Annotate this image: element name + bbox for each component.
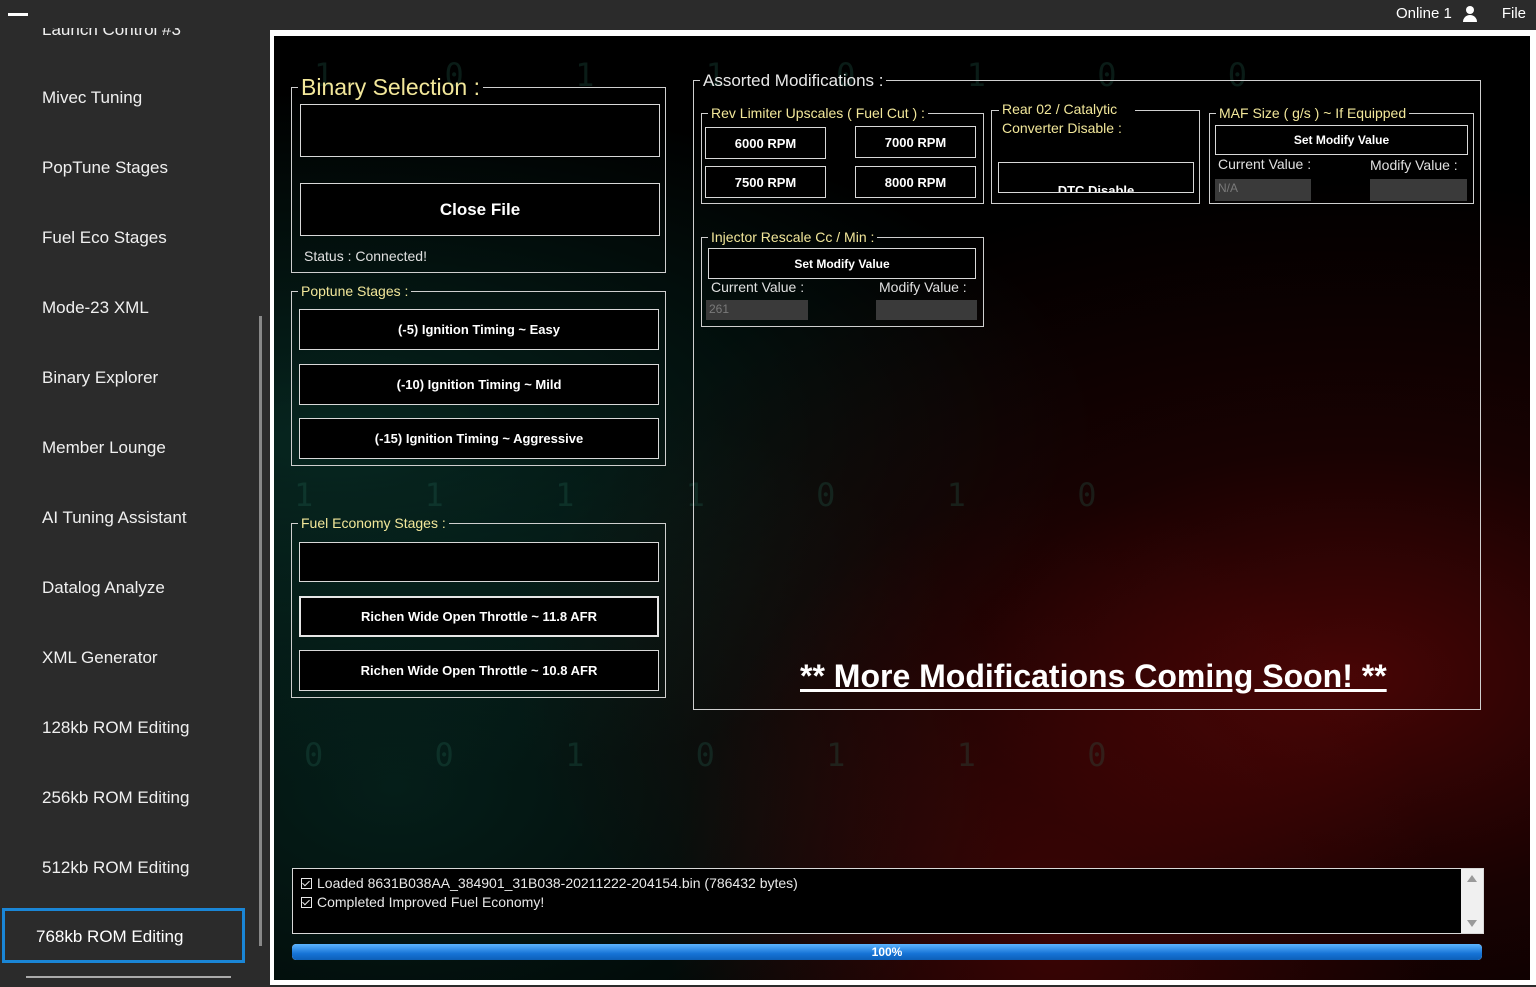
richen-11-8-button[interactable]: Richen Wide Open Throttle ~ 11.8 AFR <box>299 596 659 637</box>
maf-legend: MAF Size ( g/s ) ~ If Equipped <box>1219 105 1407 121</box>
rpm-8000-button[interactable]: 8000 RPM <box>855 166 976 198</box>
sidebar-item-768kb[interactable]: 768kb ROM Editing <box>2 908 245 963</box>
rear-o2-label: Rear 02 / Catalytic Converter Disable : <box>999 100 1135 138</box>
background-pattern: 0 0 1 0 1 1 0 <box>304 736 1153 774</box>
connection-status: Status : Connected! <box>304 248 427 264</box>
assorted-mods-legend: Assorted Modifications : <box>703 71 884 90</box>
sidebar-item-binary-explorer[interactable]: Binary Explorer <box>42 368 158 388</box>
coming-soon-banner: ** More Modifications Coming Soon! ** <box>800 658 1387 694</box>
maf-modify-input[interactable] <box>1370 179 1467 201</box>
close-file-button[interactable]: Close File <box>300 183 660 236</box>
rpm-6000-button[interactable]: 6000 RPM <box>705 127 826 159</box>
poptune-easy-button[interactable]: (-5) Ignition Timing ~ Easy <box>299 309 659 350</box>
progress-text: 100% <box>871 945 903 959</box>
sidebar-item-fuel-eco[interactable]: Fuel Eco Stages <box>42 228 167 248</box>
sidebar-item-256kb[interactable]: 256kb ROM Editing <box>42 788 189 808</box>
injector-modify-label: Modify Value : <box>879 279 967 295</box>
menu-icon[interactable] <box>8 13 28 16</box>
dtc-disable-button[interactable]: DTC Disable <box>998 162 1194 193</box>
progress-bar: 100% <box>292 944 1482 960</box>
rpm-7000-button[interactable]: 7000 RPM <box>855 126 976 158</box>
sidebar-item-launch-control[interactable]: Launch Control #3 <box>42 28 181 40</box>
fuel-economy-legend: Fuel Economy Stages : <box>301 515 446 531</box>
sidebar: Launch Control #3 Mivec Tuning PopTune S… <box>0 28 251 987</box>
log-line-text: Loaded 8631B038AA_384901_31B038-20211222… <box>317 875 798 891</box>
injector-modify-input[interactable] <box>876 300 977 320</box>
sidebar-item-ai-assistant[interactable]: AI Tuning Assistant <box>42 508 187 528</box>
main-content: 1 0 1 1 0 1 0 0 1 1 1 1 0 1 0 0 0 1 0 1 … <box>274 36 1530 980</box>
checkbox-icon <box>301 877 312 889</box>
maf-current-label: Current Value : <box>1218 156 1312 172</box>
injector-current-label: Current Value : <box>711 279 805 295</box>
richen-10-8-button[interactable]: Richen Wide Open Throttle ~ 10.8 AFR <box>299 650 659 691</box>
checkbox-icon <box>301 896 312 908</box>
injector-current-value: 261 <box>706 300 808 320</box>
sidebar-item-mivec[interactable]: Mivec Tuning <box>42 88 142 108</box>
maf-set-modify-button[interactable]: Set Modify Value <box>1215 125 1468 155</box>
rev-limiter-legend: Rev Limiter Upscales ( Fuel Cut ) : <box>711 105 925 121</box>
top-right-area: Online 1 File <box>1396 5 1526 22</box>
file-menu[interactable]: File <box>1502 5 1526 22</box>
sidebar-item-poptune[interactable]: PopTune Stages <box>42 158 168 178</box>
sidebar-underline <box>26 976 231 978</box>
sidebar-item-datalog[interactable]: Datalog Analyze <box>42 578 165 598</box>
fuel-economy-field[interactable] <box>299 542 659 582</box>
sidebar-item-xml-generator[interactable]: XML Generator <box>42 648 158 668</box>
maf-modify-label: Modify Value : <box>1370 157 1458 173</box>
poptune-legend: Poptune Stages : <box>301 283 409 299</box>
log-line: Completed Improved Fuel Economy! <box>301 894 544 910</box>
injector-set-modify-button[interactable]: Set Modify Value <box>708 248 976 279</box>
log-line: Loaded 8631B038AA_384901_31B038-20211222… <box>301 875 798 891</box>
online-status: Online 1 <box>1395 5 1452 22</box>
log-box: Loaded 8631B038AA_384901_31B038-20211222… <box>292 868 1484 934</box>
sidebar-item-mode23[interactable]: Mode-23 XML <box>42 298 149 318</box>
binary-file-field[interactable] <box>300 104 660 157</box>
log-line-text: Completed Improved Fuel Economy! <box>317 894 545 910</box>
log-scrollbar[interactable] <box>1461 869 1483 933</box>
scroll-up-icon[interactable] <box>1467 875 1477 882</box>
sidebar-item-512kb[interactable]: 512kb ROM Editing <box>42 858 189 878</box>
scroll-down-icon[interactable] <box>1467 920 1477 927</box>
title-bar: Online 1 File <box>0 0 1536 28</box>
poptune-mild-button[interactable]: (-10) Ignition Timing ~ Mild <box>299 364 659 405</box>
user-icon[interactable] <box>1462 5 1478 22</box>
injector-legend: Injector Rescale Cc / Min : <box>711 229 875 245</box>
sidebar-item-128kb[interactable]: 128kb ROM Editing <box>42 718 189 738</box>
sidebar-scrollbar[interactable] <box>259 316 262 946</box>
rpm-7500-button[interactable]: 7500 RPM <box>705 166 826 198</box>
poptune-aggressive-button[interactable]: (-15) Ignition Timing ~ Aggressive <box>299 418 659 459</box>
sidebar-item-member-lounge[interactable]: Member Lounge <box>42 438 166 458</box>
maf-current-value: N/A <box>1215 179 1311 201</box>
dtc-disable-label: DTC Disable <box>1057 183 1135 193</box>
binary-selection-legend: Binary Selection : <box>301 74 480 100</box>
